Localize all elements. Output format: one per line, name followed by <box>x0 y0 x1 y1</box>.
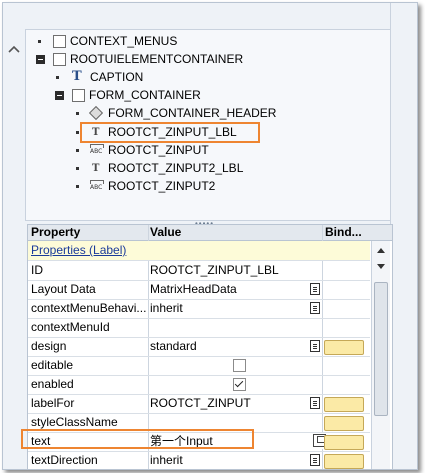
tree-node-label: CAPTION <box>90 70 144 84</box>
text-row-highlight <box>21 429 254 449</box>
bind-button[interactable] <box>324 397 364 412</box>
left-gutter <box>3 3 25 469</box>
tree-node-label: ROOTCT_ZINPUT2 <box>108 179 216 193</box>
folder-icon <box>53 35 66 48</box>
enabled-checkbox[interactable] <box>233 378 246 391</box>
right-panel-edge <box>390 3 417 469</box>
scroll-down-icon[interactable] <box>377 264 385 269</box>
property-name: textDirection <box>31 453 98 467</box>
bullet-icon <box>38 40 41 43</box>
bullet-icon <box>76 167 79 170</box>
label-icon: T <box>92 163 100 174</box>
scroll-thumb[interactable] <box>374 282 388 416</box>
property-name: ID <box>31 263 43 277</box>
tree-node-label: FORM_CONTAINER_HEADER <box>108 106 277 120</box>
property-name: enabled <box>31 377 74 391</box>
collapse-up-icon[interactable] <box>7 43 21 55</box>
property-row-design[interactable]: design standard <box>28 337 370 357</box>
folder-icon <box>53 53 66 66</box>
element-tree: CONTEXT_MENUS ROOTUIELEMENTCONTAINER T C… <box>25 29 391 221</box>
scroll-up-icon[interactable] <box>377 248 385 253</box>
value-help-icon[interactable] <box>309 339 320 352</box>
property-row-context-menu-id[interactable]: contextMenuId <box>28 318 370 338</box>
property-row-text-direction[interactable]: textDirection inherit <box>28 451 370 469</box>
bind-button[interactable] <box>324 454 364 469</box>
property-name: Layout Data <box>31 282 96 296</box>
property-value[interactable]: inherit <box>150 299 183 318</box>
column-header-binding[interactable]: Bind... <box>325 225 362 240</box>
property-name: contextMenuBehavi... <box>31 301 147 315</box>
tree-node-label: FORM_CONTAINER <box>89 88 201 102</box>
text-view-icon: T <box>72 69 82 84</box>
editor-window: CONTEXT_MENUS ROOTUIELEMENTCONTAINER T C… <box>2 2 418 470</box>
property-row-label-for[interactable]: labelFor ROOTCT_ZINPUT <box>28 394 370 414</box>
property-value[interactable]: MatrixHeadData <box>150 280 237 299</box>
property-name: editable <box>31 358 74 372</box>
property-row-id[interactable]: ID ROOTCT_ZINPUT_LBL <box>28 261 370 281</box>
tree-node-label: ROOTUIELEMENTCONTAINER <box>70 52 244 66</box>
property-row-enabled[interactable]: enabled <box>28 375 370 395</box>
property-row-editable[interactable]: editable <box>28 356 370 376</box>
grid-header: Property Value Bind... <box>28 225 392 241</box>
editable-checkbox[interactable] <box>233 359 246 372</box>
label-icon: T <box>92 127 100 138</box>
value-help-icon[interactable] <box>309 396 320 409</box>
tree-node-label: CONTEXT_MENUS <box>70 34 178 48</box>
bind-button[interactable] <box>324 435 364 450</box>
folder-icon <box>72 89 85 102</box>
property-name: contextMenuId <box>31 320 110 334</box>
input-field-icon: ABC <box>90 144 104 155</box>
property-value[interactable]: standard <box>150 337 197 356</box>
bullet-icon <box>76 131 79 134</box>
value-help-icon[interactable] <box>309 453 320 466</box>
property-row-context-menu-behavior[interactable]: contextMenuBehavi... inherit <box>28 299 370 319</box>
bullet-icon <box>76 112 79 115</box>
vertical-scrollbar[interactable] <box>371 241 390 469</box>
bullet-icon <box>76 149 79 152</box>
property-row-layout-data[interactable]: Layout Data MatrixHeadData <box>28 280 370 300</box>
property-name: labelFor <box>31 396 75 410</box>
column-header-property[interactable]: Property <box>31 225 80 240</box>
diamond-icon <box>88 105 104 121</box>
collapse-icon[interactable] <box>36 55 45 64</box>
collapse-icon[interactable] <box>55 91 64 100</box>
property-value[interactable]: ROOTCT_ZINPUT_LBL <box>150 261 279 280</box>
section-row-properties[interactable]: Properties (Label) <box>28 241 370 261</box>
tree-node-label: ROOTCT_ZINPUT <box>108 143 209 157</box>
input-field-icon: ABC <box>90 180 104 191</box>
bullet-icon <box>56 76 59 79</box>
column-header-value[interactable]: Value <box>150 225 181 240</box>
value-help-icon[interactable] <box>309 282 320 295</box>
tree-node-label: ROOTCT_ZINPUT2_LBL <box>108 161 244 175</box>
value-help-icon[interactable] <box>309 301 320 314</box>
bullet-icon <box>76 185 79 188</box>
tree-node-label: ROOTCT_ZINPUT_LBL <box>108 125 237 139</box>
property-name: design <box>31 339 67 353</box>
bind-button[interactable] <box>324 340 364 355</box>
property-value[interactable]: inherit <box>150 451 183 469</box>
section-label[interactable]: Properties (Label) <box>31 241 231 260</box>
bind-button[interactable] <box>324 416 364 431</box>
property-value[interactable]: ROOTCT_ZINPUT <box>150 394 251 413</box>
